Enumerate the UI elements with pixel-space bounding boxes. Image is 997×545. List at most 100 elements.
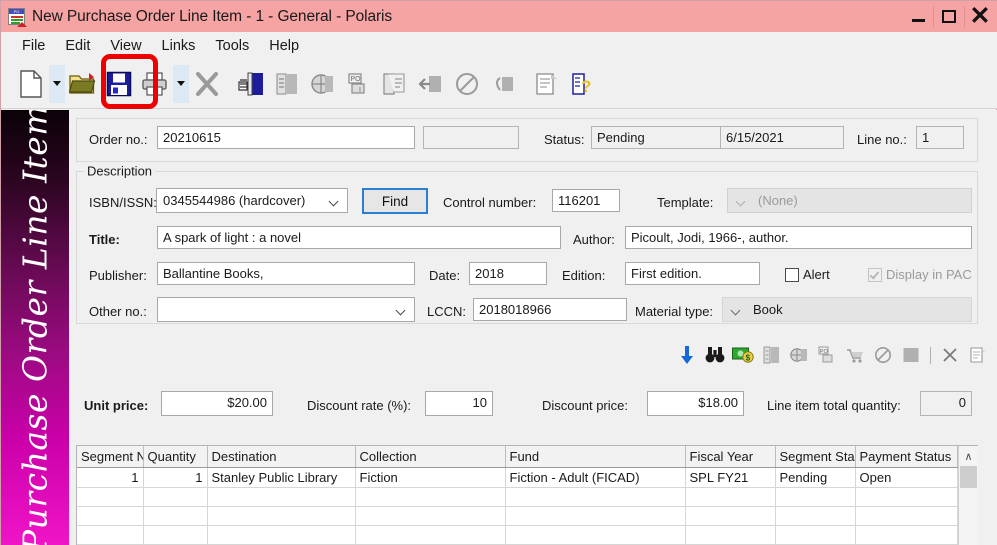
date-field[interactable]: 2018 [469,262,547,285]
purchase-order-icon: PO I [341,65,377,103]
edition-field[interactable]: First edition. [625,262,760,285]
cell-empty [685,487,776,507]
help-icon[interactable]: ? [565,65,601,103]
template-value: (None) [758,193,798,208]
find-button[interactable]: Find [362,188,428,214]
cell-empty [77,525,144,545]
table-row[interactable] [77,487,958,507]
shopping-cart-icon [841,343,869,367]
cell-empty [855,506,958,526]
menu-tools[interactable]: Tools [205,36,259,56]
column-header-fiscal-year[interactable]: Fiscal Year [685,446,776,468]
close-button[interactable]: ✕ [965,4,995,30]
cell-collection: Fiction [355,467,506,488]
block-icon [897,343,925,367]
print-icon[interactable] [137,65,173,103]
receive-icon [413,65,449,103]
table-row[interactable]: 1 1 Stanley Public Library Fiction Ficti… [77,467,958,488]
cell-empty [855,487,958,507]
column-header-payment-status[interactable]: Payment Status [855,446,958,468]
title-field[interactable]: A spark of light : a novel [157,226,561,249]
line-no-field: 1 [916,126,964,149]
minimize-button[interactable] [903,4,933,30]
cancel-icon [869,343,897,367]
line-no-label: Line no.: [857,132,907,147]
template-combobox: (None) [727,188,972,213]
cell-empty [207,525,356,545]
cell-empty [355,487,506,507]
new-dropdown-arrow[interactable] [49,64,65,103]
save-icon[interactable] [101,65,137,103]
delete-icon[interactable] [189,65,225,103]
table-row[interactable] [77,506,958,526]
cell-empty [505,487,686,507]
column-header-collection[interactable]: Collection [355,446,506,468]
cell-empty [855,525,958,545]
side-banner: Purchase Order Line Item [1,110,69,545]
other-no-label: Other no.: [89,304,147,319]
side-banner-label: Purchase Order Line Item [15,110,55,545]
cell-empty [685,506,776,526]
binoculars-search-icon[interactable] [701,343,729,367]
isbn-combobox[interactable]: 0345544986 (hardcover) [156,188,348,213]
column-header-segment-status[interactable]: Segment Sta [775,446,856,468]
segments-table: Segment N Quantity Destination Collectio… [77,446,958,545]
cell-empty [77,487,144,507]
bibliographic-record-icon [785,343,813,367]
order-no-field[interactable]: 20210615 [157,126,415,149]
menu-file[interactable]: File [12,36,55,56]
download-arrow-icon[interactable] [673,343,701,367]
lccn-field[interactable]: 2018018966 [473,298,627,321]
display-in-pac-label: Display in PAC [886,267,972,282]
svg-text:?: ? [581,77,591,96]
column-header-fund[interactable]: Fund [505,446,686,468]
author-label: Author: [573,232,615,247]
column-header-segment-no[interactable]: Segment N [77,446,144,468]
date-label: Date: [429,268,461,283]
chevron-down-icon [737,198,746,203]
menu-view[interactable]: View [100,36,151,56]
isbn-value: 0345544986 (hardcover) [163,193,306,208]
notes-icon[interactable] [529,65,565,103]
cell-payment-status: Open [855,467,958,488]
unit-price-field[interactable]: $20.00 [161,391,273,416]
svg-text:$: $ [746,354,751,363]
material-type-combobox[interactable]: Book [722,297,972,322]
item-record-icon [269,65,305,103]
select-list-icon[interactable] [233,65,269,103]
scroll-up-icon[interactable]: ∧ [959,446,978,466]
column-header-quantity[interactable]: Quantity [143,446,208,468]
new-icon[interactable] [13,65,49,103]
control-number-field[interactable]: 116201 [552,189,620,212]
print-dropdown-arrow[interactable] [173,64,189,103]
maximize-button[interactable] [934,4,964,30]
scrollbar-thumb[interactable] [960,466,977,488]
line-item-segments-grid[interactable]: Segment N Quantity Destination Collectio… [76,445,978,545]
cell-empty [355,525,506,545]
description-legend: Description [84,163,156,179]
author-field[interactable]: Picoult, Jodi, 1966-, author. [625,226,972,249]
column-header-destination[interactable]: Destination [207,446,356,468]
table-row[interactable] [77,525,958,545]
discount-rate-field[interactable]: 10 [425,391,493,416]
menu-links[interactable]: Links [152,36,206,56]
status-label: Status: [544,132,585,147]
polaris-purchase-order-line-item-window: PO New Purchase Order Line Item - 1 - Ge… [0,0,997,545]
publisher-field[interactable]: Ballantine Books, [157,262,415,285]
discount-price-field[interactable]: $18.00 [647,391,744,416]
money-funds-icon[interactable]: $ [729,343,757,367]
alert-checkbox[interactable]: Alert [785,267,830,282]
other-no-combobox[interactable] [157,297,415,322]
alert-label: Alert [803,267,830,282]
menu-edit[interactable]: Edit [55,36,100,56]
cell-segment-status: Pending [775,467,856,488]
title-bar: PO New Purchase Order Line Item - 1 - Ge… [1,1,997,32]
status-field: Pending [591,126,722,149]
template-label: Template: [657,195,714,210]
form-content: Order no.: 20210615 Status: Pending 6/15… [69,110,997,545]
cell-empty [775,506,856,526]
open-icon[interactable] [65,65,101,103]
order-no-secondary-field[interactable] [423,126,519,149]
menu-help[interactable]: Help [259,36,309,56]
grid-vertical-scrollbar[interactable]: ∧ [958,446,978,545]
